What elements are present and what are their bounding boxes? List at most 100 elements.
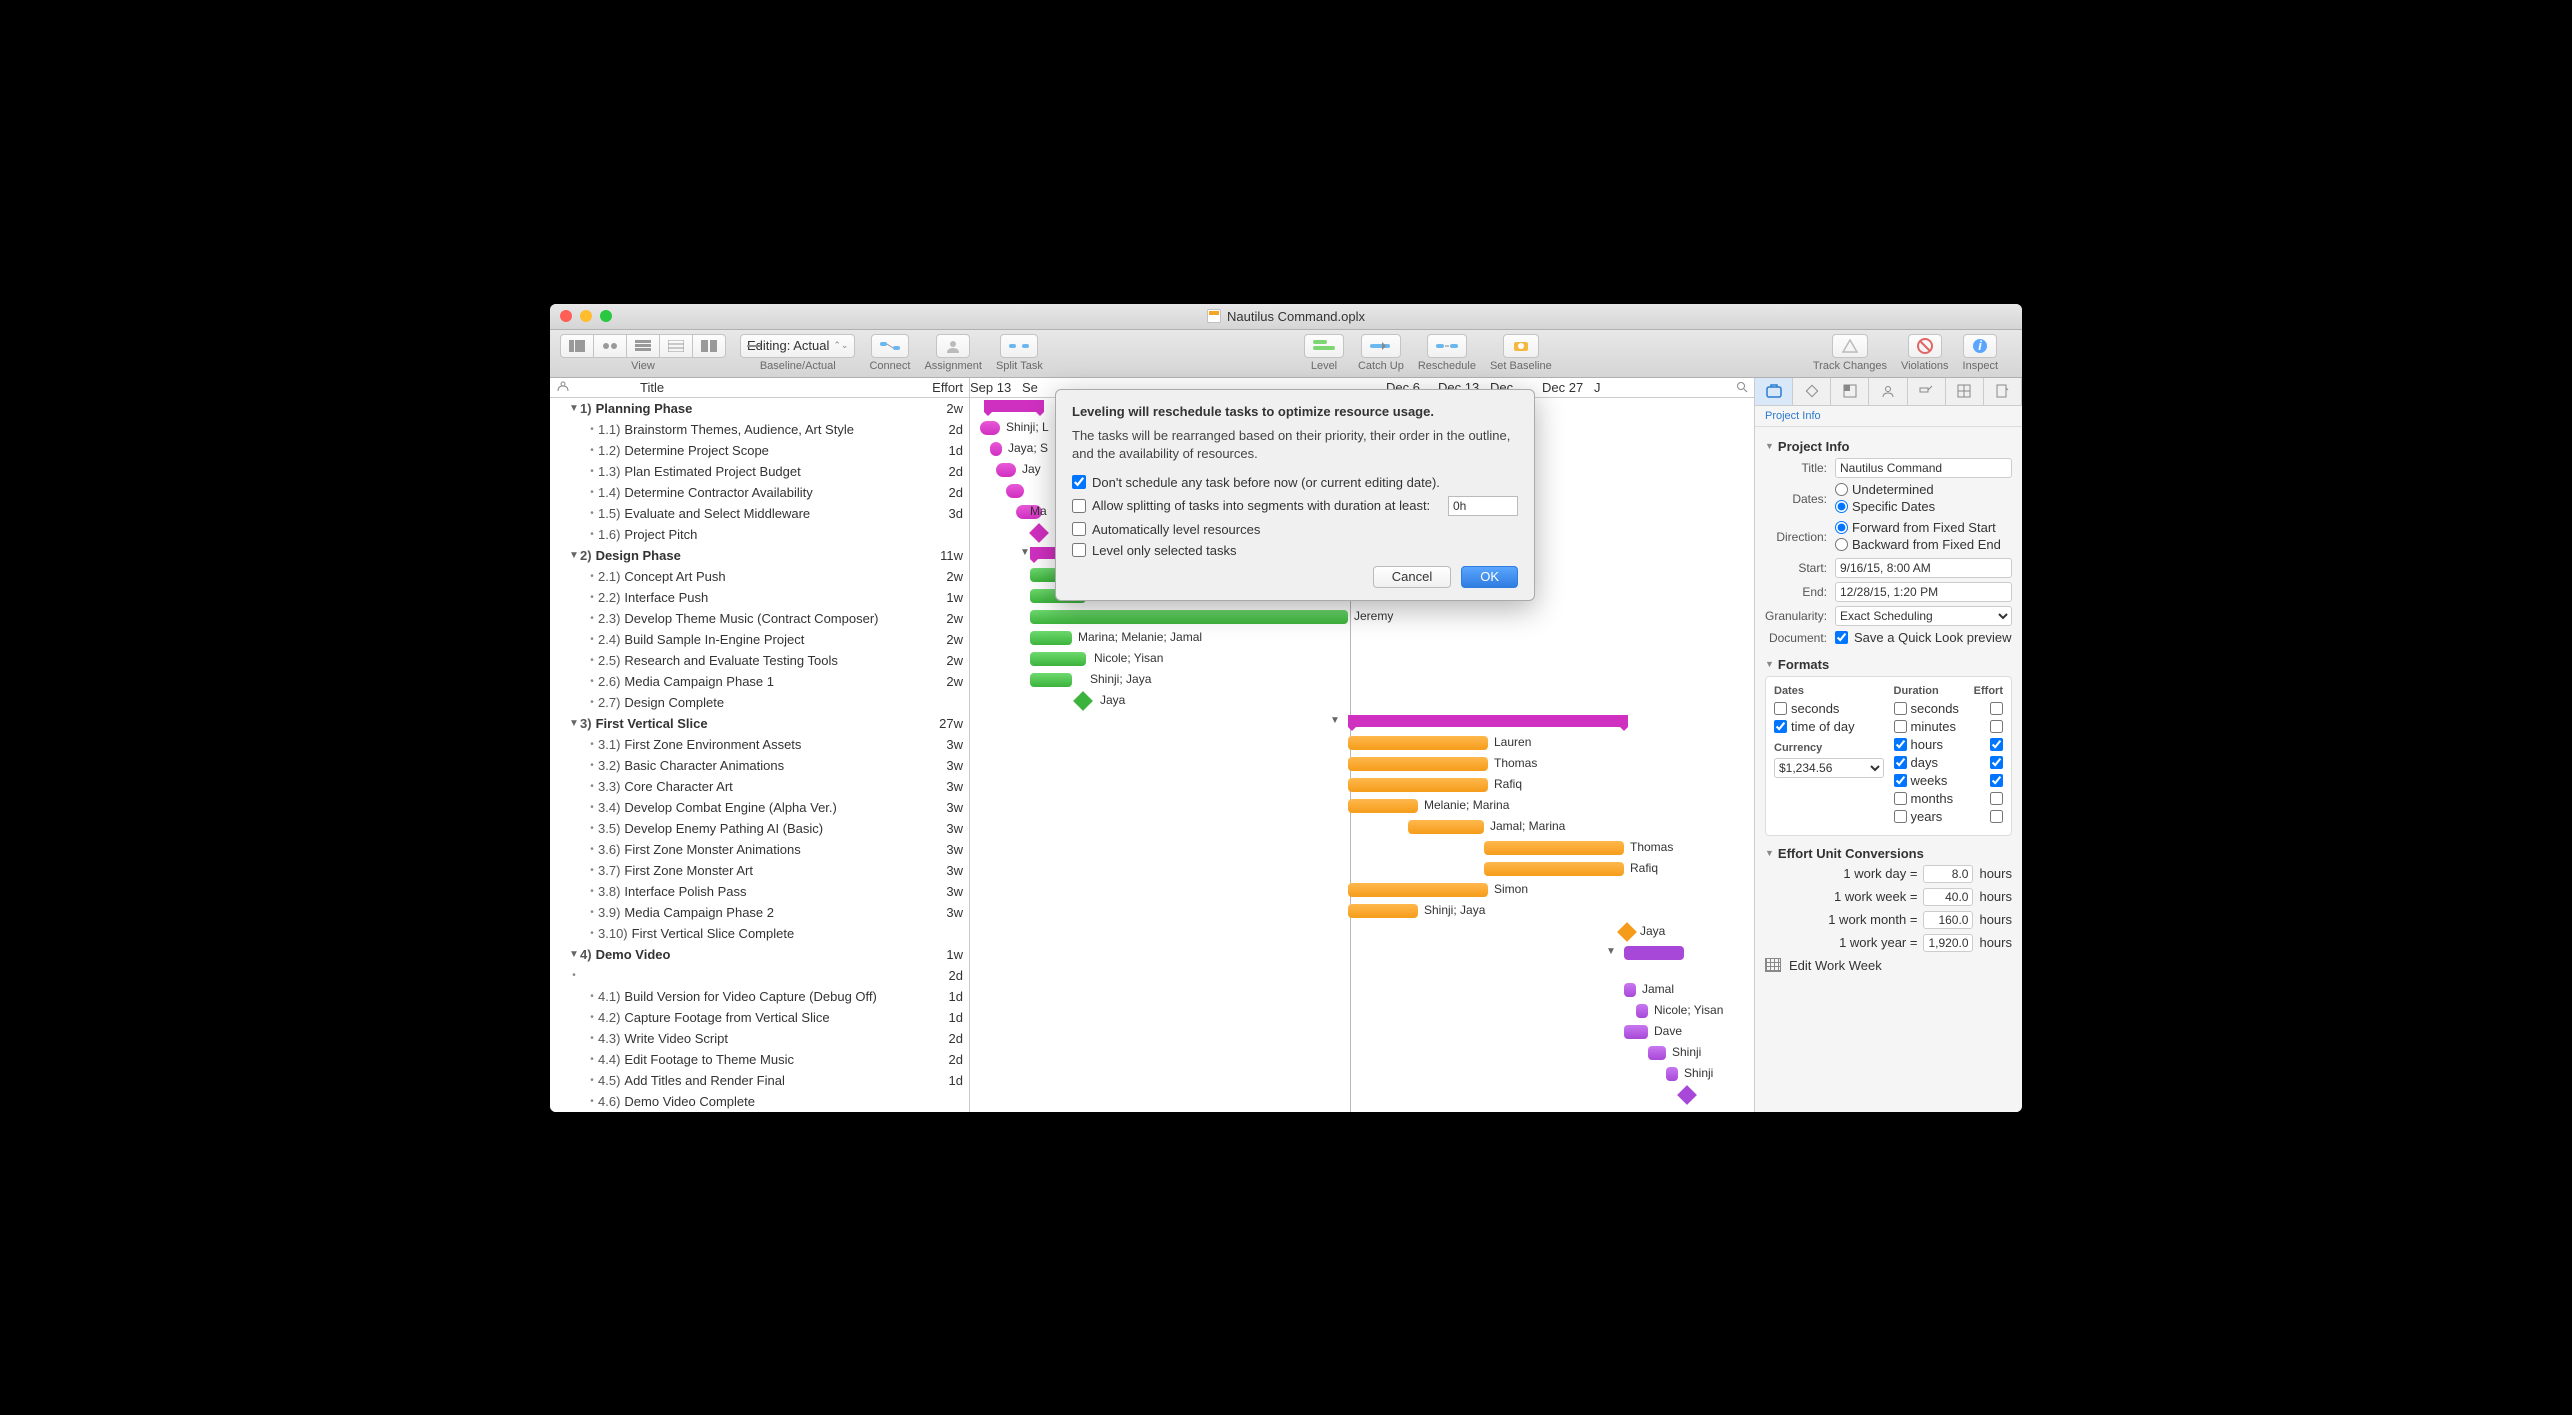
eff-minutes[interactable] [1990, 720, 2003, 733]
gantt-bar[interactable] [990, 442, 1002, 456]
gantt-bar[interactable] [1648, 1046, 1666, 1060]
gantt-bar[interactable] [1677, 1085, 1697, 1105]
task-row[interactable]: 3.4)Develop Combat Engine (Alpha Ver.)3w [550, 797, 969, 818]
dur-weeks[interactable] [1894, 774, 1907, 787]
task-row[interactable]: 2.3)Develop Theme Music (Contract Compos… [550, 608, 969, 629]
level-selected-checkbox[interactable] [1072, 543, 1086, 557]
view-btn-3[interactable] [627, 334, 660, 358]
cancel-button[interactable]: Cancel [1373, 566, 1451, 588]
eff-months[interactable] [1990, 792, 2003, 805]
task-row[interactable]: 1.1)Brainstorm Themes, Audience, Art Sty… [550, 419, 969, 440]
task-row[interactable]: 2.6)Media Campaign Phase 12w [550, 671, 969, 692]
conv-month-input[interactable] [1923, 911, 1973, 929]
edit-work-week-button[interactable]: Edit Work Week [1765, 958, 2012, 973]
task-row[interactable]: 3.6)First Zone Monster Animations3w [550, 839, 969, 860]
gantt-bar[interactable] [984, 400, 1044, 412]
reschedule-button[interactable] [1427, 334, 1467, 358]
dur-seconds[interactable] [1894, 702, 1907, 715]
violations-button[interactable] [1908, 334, 1942, 358]
gantt-bar[interactable] [1348, 883, 1488, 897]
dur-months[interactable] [1894, 792, 1907, 805]
task-row[interactable]: 4.4)Edit Footage to Theme Music2d [550, 1049, 969, 1070]
eff-seconds[interactable] [1990, 702, 2003, 715]
gantt-bar[interactable] [1348, 757, 1488, 771]
task-row[interactable]: ▼1)Planning Phase2w [550, 398, 969, 419]
catch-up-button[interactable] [1361, 334, 1401, 358]
task-row[interactable]: 2.2)Interface Push1w [550, 587, 969, 608]
dur-hours[interactable] [1894, 738, 1907, 751]
task-row[interactable]: 1.6)Project Pitch [550, 524, 969, 545]
gantt-bar[interactable] [1030, 631, 1072, 645]
inspector-tab-resource[interactable] [1869, 378, 1907, 405]
minimize-icon[interactable] [580, 310, 592, 322]
task-row[interactable]: 2.4)Build Sample In-Engine Project2w [550, 629, 969, 650]
inspector-tab-custom[interactable] [1946, 378, 1984, 405]
task-row[interactable]: 3.2)Basic Character Animations3w [550, 755, 969, 776]
gantt-bar[interactable] [1073, 691, 1093, 711]
conv-day-input[interactable] [1923, 865, 1973, 883]
gantt-bar[interactable] [1666, 1067, 1678, 1081]
gantt-bar[interactable] [1484, 841, 1624, 855]
task-row[interactable]: 1.3)Plan Estimated Project Budget2d [550, 461, 969, 482]
inspector-tab-milestones[interactable] [1793, 378, 1831, 405]
eff-hours[interactable] [1990, 738, 2003, 751]
level-button[interactable] [1304, 334, 1344, 358]
task-row[interactable]: 2.1)Concept Art Push2w [550, 566, 969, 587]
view-btn-4[interactable] [660, 334, 693, 358]
task-row[interactable]: 3.7)First Zone Monster Art3w [550, 860, 969, 881]
fmt-seconds-check[interactable] [1774, 702, 1787, 715]
dates-specific-radio[interactable] [1835, 500, 1848, 513]
task-row[interactable]: 4.6)Demo Video Complete [550, 1091, 969, 1112]
gantt-bar[interactable] [1030, 652, 1086, 666]
direction-forward-radio[interactable] [1835, 521, 1848, 534]
gantt-bar[interactable] [1030, 673, 1072, 687]
task-row[interactable]: 4.1)Build Version for Video Capture (Deb… [550, 986, 969, 1007]
granularity-select[interactable]: Exact Scheduling [1835, 606, 2012, 626]
dont-schedule-before-checkbox[interactable] [1072, 475, 1086, 489]
connect-button[interactable] [871, 334, 909, 358]
view-btn-1[interactable] [560, 334, 594, 358]
task-row[interactable]: 3.3)Core Character Art3w [550, 776, 969, 797]
inspector-tab-styles[interactable] [1831, 378, 1869, 405]
task-row[interactable]: 3.8)Interface Polish Pass3w [550, 881, 969, 902]
view-btn-5[interactable] [693, 334, 726, 358]
gantt-bar[interactable] [1348, 778, 1488, 792]
view-btn-2[interactable] [594, 334, 627, 358]
project-title-input[interactable] [1835, 458, 2012, 478]
currency-select[interactable]: $1,234.56 [1774, 758, 1884, 778]
task-row[interactable]: 3.5)Develop Enemy Pathing AI (Basic)3w [550, 818, 969, 839]
eff-years[interactable] [1990, 810, 2003, 823]
conv-week-input[interactable] [1923, 888, 1973, 906]
gantt-bar[interactable] [996, 463, 1016, 477]
gantt-bar[interactable] [1006, 484, 1024, 498]
track-changes-button[interactable] [1832, 334, 1868, 358]
task-row[interactable]: 4.5)Add Titles and Render Final1d [550, 1070, 969, 1091]
fmt-tod-check[interactable] [1774, 720, 1787, 733]
gantt-bar[interactable] [980, 421, 1000, 435]
dur-minutes[interactable] [1894, 720, 1907, 733]
dur-years[interactable] [1894, 810, 1907, 823]
task-row[interactable]: 3.1)First Zone Environment Assets3w [550, 734, 969, 755]
set-baseline-button[interactable] [1503, 334, 1539, 358]
task-row[interactable]: 3.9)Media Campaign Phase 23w [550, 902, 969, 923]
dates-undetermined-radio[interactable] [1835, 483, 1848, 496]
dur-days[interactable] [1894, 756, 1907, 769]
gantt-bar[interactable] [1636, 1004, 1648, 1018]
zoom-icon[interactable] [600, 310, 612, 322]
inspector-tab-project[interactable] [1755, 378, 1793, 405]
eff-days[interactable] [1990, 756, 2003, 769]
baseline-actual-popup[interactable]: Editing: Actual ⌃⌄ [740, 334, 855, 358]
allow-splitting-checkbox[interactable] [1072, 499, 1086, 513]
eff-weeks[interactable] [1990, 774, 2003, 787]
start-date-input[interactable] [1835, 558, 2012, 578]
task-row[interactable]: 1.4)Determine Contractor Availability2d [550, 482, 969, 503]
task-row[interactable]: 1.2)Determine Project Scope1d [550, 440, 969, 461]
assignment-button[interactable] [936, 334, 970, 358]
gantt-bar[interactable] [1348, 904, 1418, 918]
gantt-bar[interactable] [1408, 820, 1484, 834]
task-row[interactable]: 3.10)First Vertical Slice Complete [550, 923, 969, 944]
auto-level-checkbox[interactable] [1072, 522, 1086, 536]
gantt-bar[interactable] [1617, 922, 1637, 942]
direction-backward-radio[interactable] [1835, 538, 1848, 551]
conv-year-input[interactable] [1923, 934, 1973, 952]
